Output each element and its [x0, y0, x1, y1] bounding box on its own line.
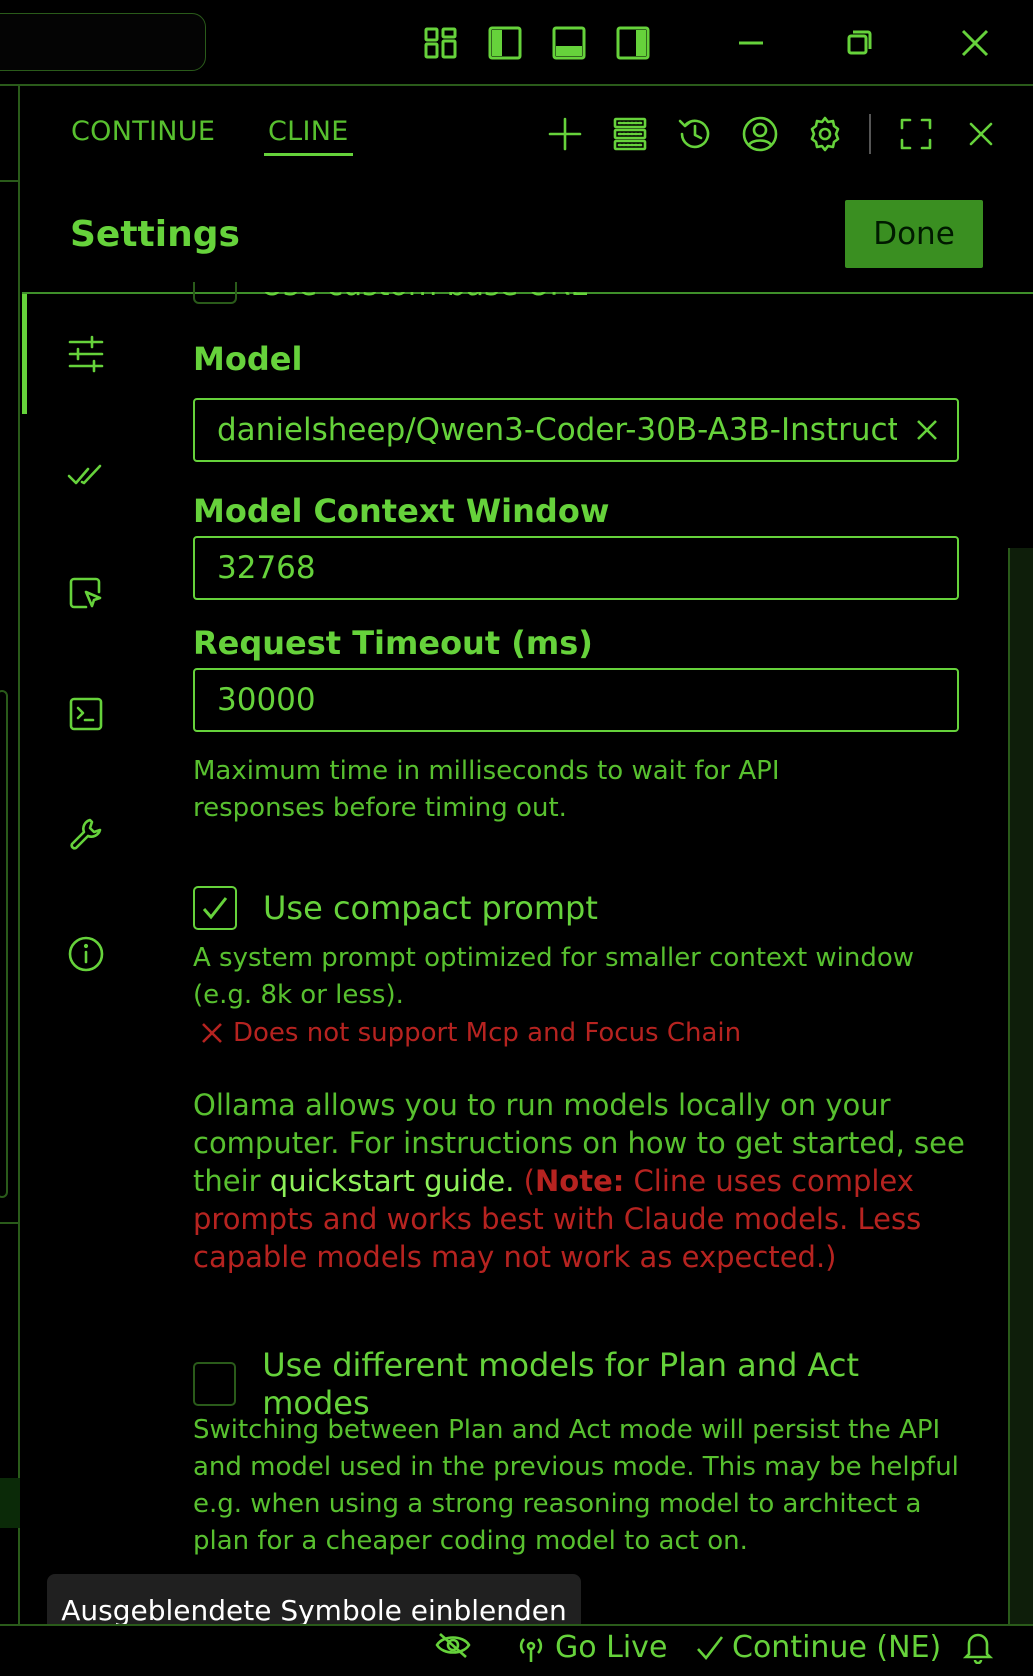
- titlebar-spacer: [665, 11, 701, 75]
- go-live-button[interactable]: Go Live: [515, 1630, 667, 1665]
- close-panel-icon[interactable]: [948, 104, 1013, 164]
- compact-prompt-label: Use compact prompt: [263, 889, 598, 927]
- plus-icon[interactable]: [532, 104, 597, 164]
- settings-nav: [22, 294, 172, 1624]
- custom-base-url-label: Use custom base URL: [261, 268, 588, 303]
- tooltip-text: Ausgeblendete Symbole einblenden: [61, 1593, 567, 1627]
- toggle-secondary-sidebar-icon[interactable]: [601, 11, 665, 75]
- x-icon: [202, 1023, 222, 1043]
- command-center-search[interactable]: [0, 13, 206, 71]
- page-title: Settings: [70, 214, 240, 255]
- minimize-icon[interactable]: [701, 11, 801, 75]
- compact-prompt-warning: Does not support Mcp and Focus Chain: [199, 1018, 741, 1048]
- plan-act-label: Use different models for Plan and Act mo…: [262, 1346, 860, 1422]
- toggle-panel-icon[interactable]: [537, 11, 601, 75]
- bell-icon: [962, 1633, 994, 1664]
- clear-icon[interactable]: [897, 416, 957, 444]
- context-window-value: 32768: [217, 550, 316, 586]
- title-bar: [0, 0, 1033, 86]
- compact-prompt-checkbox[interactable]: [193, 886, 237, 930]
- model-value: danielsheep/Qwen3-Coder-30B-A3B-Instruct…: [217, 412, 897, 448]
- window-controls: [409, 0, 1033, 86]
- editor-edge: [0, 86, 20, 1626]
- panel-header: CONTINUE CLINE: [22, 86, 1033, 196]
- ollama-info: Ollama allows you to run models locally …: [193, 1086, 983, 1276]
- quickstart-guide-link[interactable]: quickstart guide.: [270, 1164, 515, 1198]
- note-open: (: [514, 1164, 536, 1198]
- request-timeout-label: Request Timeout (ms): [193, 624, 593, 662]
- plan-act-row[interactable]: Use different models for Plan and Act mo…: [193, 1346, 963, 1422]
- context-window-input[interactable]: 32768: [193, 536, 959, 600]
- notifications-button[interactable]: [962, 1630, 994, 1664]
- note-label: Note:: [535, 1164, 625, 1198]
- account-icon[interactable]: [727, 104, 792, 164]
- history-icon[interactable]: [662, 104, 727, 164]
- done-button[interactable]: Done: [845, 200, 983, 268]
- request-timeout-input[interactable]: 30000: [193, 668, 959, 732]
- request-timeout-value: 30000: [217, 682, 316, 718]
- wrench-icon[interactable]: [62, 810, 110, 858]
- go-live-label: Go Live: [555, 1630, 668, 1665]
- hidden-icons-item[interactable]: [434, 1630, 472, 1660]
- fullscreen-icon[interactable]: [883, 104, 948, 164]
- context-window-label: Model Context Window: [193, 492, 610, 530]
- info-icon[interactable]: [62, 930, 110, 978]
- edge-highlight: [0, 1478, 20, 1528]
- browser-icon[interactable]: [62, 570, 110, 618]
- panel-actions: [532, 104, 1013, 164]
- tab-cline[interactable]: CLINE: [264, 116, 353, 156]
- model-label: Model: [193, 340, 303, 378]
- model-input[interactable]: danielsheep/Qwen3-Coder-30B-A3B-Instruct…: [193, 398, 959, 462]
- continue-status[interactable]: Continue (NE): [694, 1630, 941, 1665]
- eye-slash-icon: [435, 1633, 471, 1658]
- custom-base-url-checkbox[interactable]: [193, 282, 237, 304]
- plan-act-description: Switching between Plan and Act mode will…: [193, 1415, 959, 1556]
- header-separator: [869, 114, 871, 154]
- customize-layout-icon[interactable]: [409, 11, 473, 75]
- restore-icon[interactable]: [801, 11, 917, 75]
- compact-prompt-warning-text: Does not support Mcp and Focus Chain: [233, 1018, 742, 1048]
- toggle-primary-sidebar-icon[interactable]: [473, 11, 537, 75]
- edge-divider: [0, 1222, 20, 1224]
- nav-active-indicator: [22, 294, 27, 414]
- settings-scrollbar[interactable]: [1008, 294, 1033, 1624]
- status-bar: Go Live Continue (NE): [0, 1624, 1033, 1676]
- terminal-icon[interactable]: [62, 690, 110, 738]
- plan-act-checkbox[interactable]: [193, 1362, 237, 1406]
- scrollbar-thumb[interactable]: [1008, 548, 1033, 1624]
- continue-status-label: Continue (NE): [732, 1630, 942, 1665]
- gear-icon[interactable]: [792, 104, 857, 164]
- close-window-icon[interactable]: [917, 11, 1033, 75]
- check-icon: [697, 1635, 724, 1660]
- tab-continue[interactable]: CONTINUE: [71, 116, 215, 147]
- mcp-servers-icon[interactable]: [597, 104, 662, 164]
- compact-prompt-description: A system prompt optimized for smaller co…: [193, 943, 915, 1010]
- broadcast-icon: [519, 1637, 543, 1662]
- edge-divider: [0, 180, 20, 182]
- api-config-icon[interactable]: [62, 330, 110, 378]
- features-icon[interactable]: [62, 450, 110, 498]
- edge-scroll-pill: [0, 690, 8, 1198]
- compact-prompt-row[interactable]: Use compact prompt: [193, 886, 598, 930]
- request-timeout-description: Maximum time in milliseconds to wait for…: [193, 756, 780, 823]
